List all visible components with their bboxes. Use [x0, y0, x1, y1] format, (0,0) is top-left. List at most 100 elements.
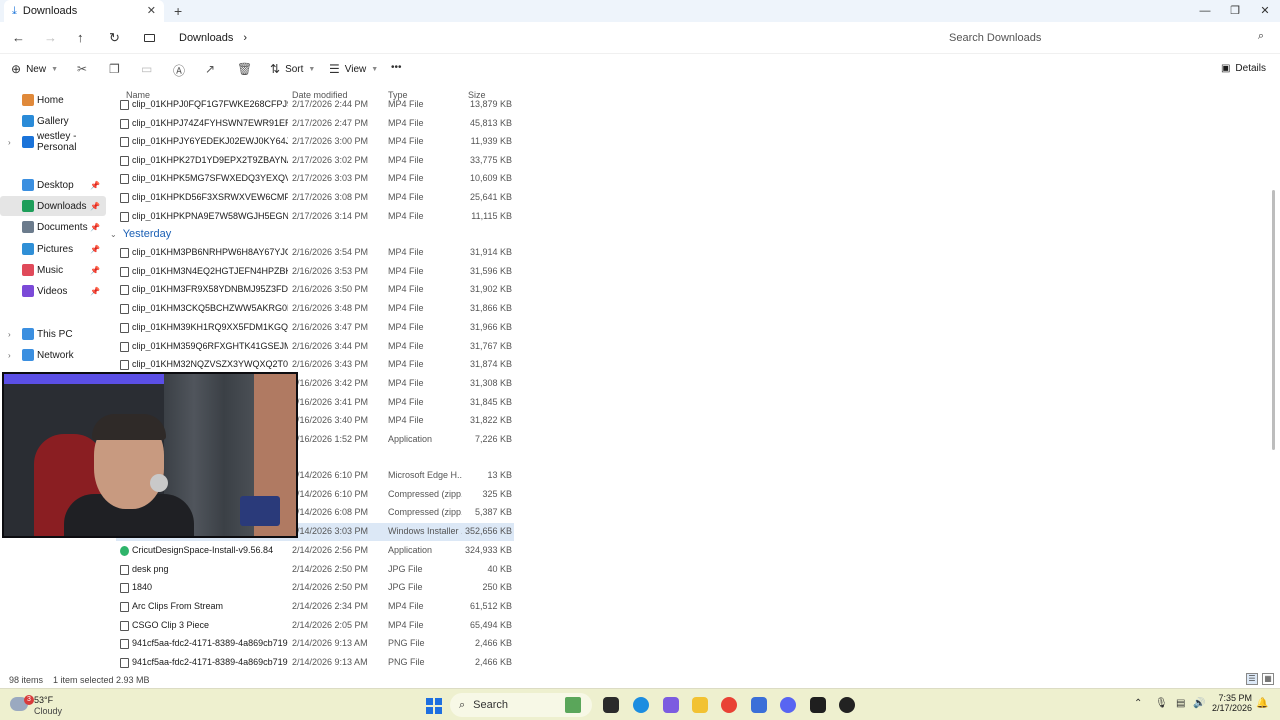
clock-date: 2/17/2026	[1211, 703, 1252, 713]
forward-button[interactable]: →	[44, 30, 57, 45]
tab-close-button[interactable]: ✕	[147, 4, 156, 17]
refresh-button[interactable]: ↻	[109, 30, 120, 46]
file-icon	[120, 341, 129, 352]
file-explorer-icon[interactable]	[692, 697, 708, 713]
file-name: clip_01KHPKD56F3XSRWXVEW6CMP6HZ	[132, 192, 288, 202]
file-row[interactable]: clip_01KHPJ0FQF1G7FWKE268CFPJ9 2/17/2026 …	[116, 96, 514, 114]
copilot-icon[interactable]	[663, 697, 679, 713]
minimize-button[interactable]: —	[1190, 0, 1220, 22]
sidebar-item-pictures[interactable]: Pictures 📌	[0, 239, 106, 259]
file-row[interactable]: clip_01KHM3N4EQ2HGTJEFN4HPZBK3K 2/16/2026…	[116, 263, 514, 281]
file-row[interactable]: 941cf5aa-fdc2-4171-8389-4a869cb719b5 2/14…	[116, 654, 514, 672]
delete-icon[interactable]: 🗑	[237, 62, 252, 76]
sidebar-item-network[interactable]: › Network	[0, 345, 106, 365]
widget-illustration-icon[interactable]	[565, 697, 581, 713]
maximize-button[interactable]: ❐	[1220, 0, 1250, 22]
file-row[interactable]: 1840 2/14/2026 2:50 PM JPG File 250 KB	[116, 579, 514, 597]
group-header-yesterday[interactable]: ⌄ Yesterday	[110, 225, 171, 243]
file-date: 2/16/2026 3:50 PM	[292, 284, 369, 295]
sidebar-item-documents[interactable]: Documents 📌	[0, 217, 106, 237]
sidebar-item-videos[interactable]: Videos 📌	[0, 281, 106, 301]
file-row[interactable]: CSGO Clip 3 Piece 2/14/2026 2:05 PM MP4 Fi…	[116, 617, 514, 635]
sidebar-item-gallery[interactable]: Gallery	[0, 111, 106, 131]
sidebar-item-music[interactable]: Music 📌	[0, 260, 106, 280]
sidebar-item-westley-personal[interactable]: › westley - Personal	[0, 131, 106, 153]
file-type: MP4 File	[388, 136, 424, 147]
share-icon[interactable]: ↗	[205, 62, 215, 76]
file-size: 11,115 KB	[471, 210, 512, 221]
file-date: 2/17/2026 3:08 PM	[292, 192, 369, 202]
sidebar-item-home[interactable]: Home	[0, 90, 106, 110]
file-row[interactable]: Arc Clips From Stream 2/14/2026 2:34 PM MP…	[116, 598, 514, 616]
taskbar: 3 53°F Cloudy ⌕ Search ⌃ 🎙 ▤ 🔊 7:35 PM 2…	[0, 688, 1280, 720]
clock[interactable]: 7:35 PM 2/17/2026	[1210, 693, 1252, 713]
cloud-icon	[22, 136, 34, 148]
more-options-icon[interactable]: •••	[391, 62, 402, 73]
breadcrumb-chevron-icon[interactable]: ›	[243, 32, 247, 44]
notifications-icon[interactable]: 🔔	[1256, 698, 1268, 709]
back-button[interactable]: ←	[12, 30, 25, 45]
view-button[interactable]: ☰ View ▼	[329, 62, 378, 76]
file-row[interactable]: clip_01KHPJ74Z4FYHSWN7EWR91ERCH 2/17/2026…	[116, 115, 514, 133]
file-row[interactable]: 941cf5aa-fdc2-4171-8389-4a869cb719b5 ...…	[116, 635, 514, 653]
person-cap	[92, 414, 166, 440]
tab-downloads[interactable]: ⤓ Downloads ✕	[4, 0, 164, 22]
chevron-right-icon[interactable]: ›	[8, 138, 11, 147]
tray-overflow-icon[interactable]: ⌃	[1134, 698, 1142, 709]
new-tab-button[interactable]: +	[174, 3, 182, 19]
start-button[interactable]	[426, 698, 442, 714]
breadcrumb-downloads[interactable]: Downloads	[179, 32, 233, 44]
file-row[interactable]: clip_01KHM359Q6RFXGHTK41GSEJMGM 2/16/2026…	[116, 338, 514, 356]
sort-button[interactable]: ⇅ Sort ▼	[270, 62, 315, 76]
details-view-icon[interactable]: ☰	[1246, 673, 1258, 685]
item-count: 98 items	[9, 675, 44, 685]
vertical-scrollbar[interactable]	[1272, 190, 1275, 450]
terminal-app-icon[interactable]	[810, 697, 826, 713]
file-row[interactable]: clip_01KHPK27D1YD9EPX2T9ZBAYNAN 2/17/2026…	[116, 152, 514, 170]
sidebar-item-label: Videos	[37, 285, 68, 297]
desktop-icon	[22, 179, 34, 191]
chevron-right-icon[interactable]: ›	[8, 351, 11, 360]
copy-icon[interactable]: ❐	[109, 62, 120, 76]
close-window-button[interactable]: ✕	[1250, 0, 1280, 22]
file-size: 325 KB	[482, 488, 512, 499]
network-icon[interactable]: ▤	[1176, 698, 1185, 709]
edge-icon[interactable]	[633, 697, 649, 713]
file-icon	[120, 601, 129, 612]
file-row[interactable]: clip_01KHPK5MG7SFWXEDQ3YEXQV073 2/17/2026…	[116, 170, 514, 188]
file-row[interactable]: clip_01KHPJY6YEDEKJ02EWJ0KY64J1 2/17/2026…	[116, 133, 514, 151]
cut-icon[interactable]: ✂	[77, 62, 87, 76]
file-row[interactable]: clip_01KHM39KH1RQ9XX5FDM1KGQRGY 2/16/2026…	[116, 319, 514, 337]
new-button[interactable]: ⊕ New ▼	[11, 62, 58, 76]
file-row[interactable]: clip_01KHM3FR9X58YDNBMJ95Z3FDMA 2/16/2026…	[116, 281, 514, 299]
sidebar-item-label: Desktop	[37, 179, 74, 191]
file-date: 2/14/2026 9:13 AM	[292, 638, 368, 649]
file-row[interactable]: clip_01KHPKPNA9E7W58WGJH5EGNRCN 2/17/2026…	[116, 208, 514, 226]
tiles-view-icon[interactable]: ▦	[1262, 673, 1274, 685]
sidebar-item-this-pc[interactable]: › This PC	[0, 324, 106, 344]
file-row[interactable]: clip_01KHPKD56F3XSRWXVEW6CMP6HZ 2/17/2026…	[116, 189, 514, 207]
file-row[interactable]: desk png 2/14/2026 2:50 PM JPG File 40 KB	[116, 561, 514, 579]
chevron-right-icon[interactable]: ›	[8, 330, 11, 339]
chrome-icon[interactable]	[721, 697, 737, 713]
paste-icon[interactable]: ▭	[141, 62, 152, 76]
task-view-icon[interactable]	[603, 697, 619, 713]
sidebar-item-downloads[interactable]: Downloads 📌	[0, 196, 106, 216]
file-name: 1840	[132, 582, 153, 593]
search-input[interactable]: Search Downloads ⌕	[940, 27, 1270, 49]
microphone-icon[interactable]: 🎙	[1155, 698, 1168, 709]
file-date: 2/14/2026 9:13 AM	[292, 657, 368, 667]
volume-icon[interactable]: 🔊	[1193, 698, 1205, 709]
file-row[interactable]: CricutDesignSpace-Install-v9.56.84 2/14/2…	[116, 542, 514, 560]
media-player-icon[interactable]	[839, 697, 855, 713]
up-button[interactable]: ↑	[77, 30, 84, 45]
notepad-icon[interactable]	[751, 697, 767, 713]
details-button[interactable]: ▣ Details	[1221, 63, 1266, 74]
file-type: PNG File	[388, 657, 425, 667]
file-row[interactable]: clip_01KHM3CKQ5BCHZWW5AKRG0BS3F 2/16/2026…	[116, 300, 514, 318]
sidebar-item-desktop[interactable]: Desktop 📌	[0, 175, 106, 195]
discord-icon[interactable]	[780, 697, 796, 713]
file-row[interactable]: clip_01KHM3PB6NRHPW6H8AY67YJG7E 2/16/2026…	[116, 244, 514, 262]
breadcrumb[interactable]: Downloads ›	[140, 28, 930, 48]
rename-icon[interactable]: Ⓐ	[173, 62, 185, 79]
